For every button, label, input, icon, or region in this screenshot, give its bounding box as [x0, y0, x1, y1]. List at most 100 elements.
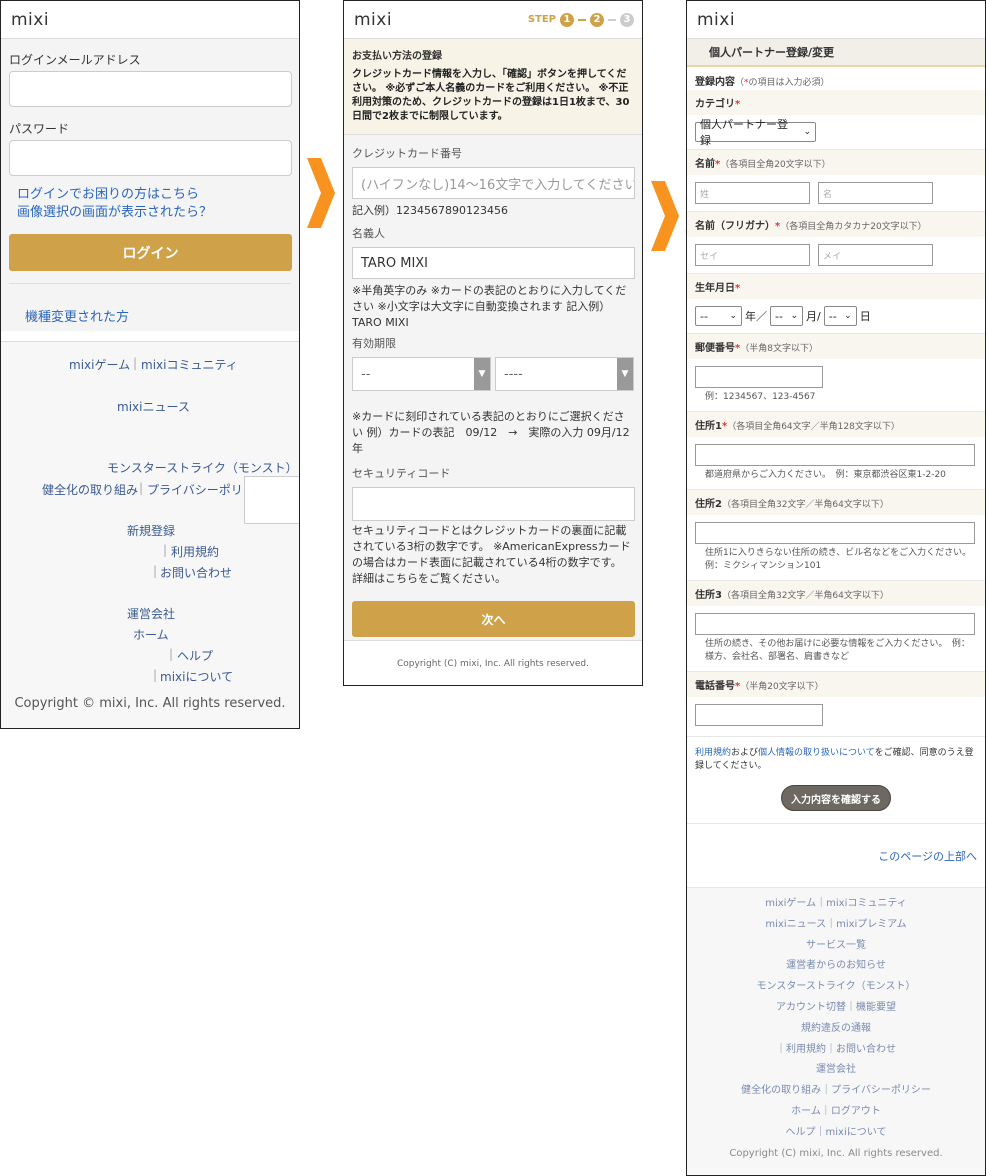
day-unit: 日 [859, 310, 871, 323]
footer-link-contact[interactable]: お問い合わせ [160, 564, 232, 581]
notice-text: クレジットカード情報を入力し、「確認」ボタンを押してください。 ※必ずご本人名義… [352, 69, 630, 122]
model-change-link[interactable]: 機種変更された方 [9, 284, 291, 325]
address1-heading: 住所1*（各項目全角64文字／半角128文字以下） [687, 411, 985, 437]
login-form: ログインメールアドレス パスワード ログインでお困りの方はこちら 画像選択の画面… [1, 39, 299, 331]
copyright: Copyright (C) mixi, Inc. All rights rese… [729, 1147, 943, 1159]
footer-separator: | [153, 668, 158, 682]
terms-link[interactable]: 利用規約 [695, 748, 731, 758]
mixi-logo[interactable]: mixi [354, 10, 392, 30]
header: mixi STEP 1 2 3 [344, 1, 642, 39]
footer: mixiゲーム | mixiコミュニティ mixiニュース モンスターストライク… [1, 341, 299, 728]
footer-links-row[interactable]: ヘルプ｜mixiについて [687, 1123, 985, 1144]
address2-heading: 住所2（各項目全角32文字／半角64文字以下） [687, 489, 985, 515]
zip-heading: 郵便番号*（半角8文字以下） [687, 333, 985, 359]
header: mixi [687, 1, 985, 39]
chevron-down-icon: ▼ [617, 358, 633, 390]
address3-input[interactable] [695, 613, 975, 635]
address1-hint: 都道府県からご入力ください。 例：東京都渋谷区東1-2-20 [705, 470, 946, 480]
kana-first-input[interactable]: メイ [818, 244, 933, 266]
kana-row: セイ メイ [687, 237, 985, 273]
footer-links-row[interactable]: ホーム｜ログアウト [687, 1102, 985, 1123]
page-top-link[interactable]: このページの上部へ [878, 848, 977, 864]
mixi-logo[interactable]: mixi [697, 10, 735, 30]
expiry-year-select[interactable]: ---- ▼ [495, 357, 634, 391]
footer-link-company[interactable]: 運営会社 [127, 605, 175, 622]
password-label: パスワード [9, 122, 70, 136]
expiry-month-select[interactable]: -- ▼ [352, 357, 491, 391]
footer-separator: | [169, 647, 174, 661]
footer-links-row[interactable]: 規約違反の通報 [687, 1019, 985, 1040]
footer-link-health[interactable]: 健全化の取り組み [42, 481, 138, 498]
next-arrow-icon [307, 158, 335, 228]
footer-links-row[interactable]: 健全化の取り組み｜プライバシーポリシー [687, 1081, 985, 1102]
category-select[interactable]: 個人パートナー登録 ⌄ [695, 118, 816, 147]
payment-screen: mixi STEP 1 2 3 お支払い方法の登録 クレジットカード情報を入力し… [343, 0, 643, 686]
agreement-text: 利用規約および個人情報の取り扱いについてをご確認、同意のうえ登録してください。 [695, 748, 974, 771]
birth-day-select[interactable]: -- ⌄ [823, 306, 857, 326]
card-holder-note: ※半角英字のみ ※カードの表記のとおりに入力してください ※小文字は大文字に自動… [352, 284, 627, 329]
phone-heading: 電話番号*（半角20文字以下） [687, 671, 985, 697]
footer-links-row[interactable]: アカウント切替｜機能要望 [687, 998, 985, 1019]
footer-link-signup[interactable]: 新規登録 [127, 522, 175, 539]
footer-links-row[interactable]: mixiニュース｜mixiプレミアム [687, 915, 985, 936]
step-connector [608, 18, 616, 21]
zip-input[interactable] [695, 366, 823, 388]
confirm-button[interactable]: 入力内容を確認する [781, 785, 891, 811]
copyright: Copyright © mixi, Inc. All rights reserv… [14, 696, 286, 711]
security-code-input[interactable] [352, 487, 635, 521]
card-number-input[interactable]: (ハイフンなし)14〜16文字で入力してください [352, 167, 635, 199]
copyright: Copyright (C) mixi, Inc. All rights rese… [344, 640, 642, 685]
card-number-label: クレジットカード番号 [352, 147, 462, 160]
email-label: ログインメールアドレス [9, 53, 141, 67]
footer-link-home[interactable]: ホーム [133, 626, 169, 643]
footer-links-row[interactable]: サービス一覧 [687, 936, 985, 957]
name-heading: 名前*（各項目全角20文字以下） [687, 149, 985, 175]
birth-year-select[interactable]: -- ⌄ [695, 306, 742, 326]
next-button[interactable]: 次へ [352, 601, 635, 637]
address2-input[interactable] [695, 522, 975, 544]
mixi-logo[interactable]: mixi [11, 10, 49, 30]
phone-input[interactable] [695, 704, 823, 726]
last-name-input[interactable]: 姓 [695, 182, 810, 204]
kana-last-input[interactable]: セイ [695, 244, 810, 266]
category-heading: カテゴリ* [687, 90, 985, 115]
header: mixi [1, 1, 299, 39]
footer-links-row[interactable]: mixiゲーム｜mixiコミュニティ [687, 894, 985, 915]
footer-links-row[interactable]: 運営者からのお知らせ [687, 956, 985, 977]
footer-links-row[interactable]: モンスターストライク（モンスト） [687, 977, 985, 998]
zip-hint: 例：1234567、123-4567 [705, 392, 816, 402]
footer-link-game[interactable]: mixiゲーム [69, 356, 130, 373]
next-arrow-icon [651, 181, 679, 251]
login-screen: mixi ログインメールアドレス パスワード ログインでお困りの方はこちら 画像… [0, 0, 300, 729]
content-heading: 登録内容（*の項目は入力必須） [695, 77, 830, 88]
category-row: 個人パートナー登録 ⌄ [687, 115, 985, 149]
security-code-note: セキュリティコードとはクレジットカードの裏面に記載されている3桁の数字です。 ※… [352, 524, 631, 585]
login-help-link[interactable]: ログインでお困りの方はこちら [9, 186, 291, 204]
footer-link-monst[interactable]: モンスターストライク（モンスト） [107, 459, 298, 476]
address3-hint: 住所の続き、その他お届けに必要な情報をご入力ください。 例：様方、会社名、部署名… [705, 639, 970, 662]
card-example: 記入例）1234567890123456 [352, 204, 508, 217]
first-name-input[interactable]: 名 [818, 182, 933, 204]
partner-registration-screen: mixi 個人パートナー登録/変更 登録内容（*の項目は入力必須） カテゴリ* … [686, 0, 986, 1176]
footer-links-row[interactable]: 運営会社 [687, 1060, 985, 1081]
password-input[interactable] [9, 140, 292, 176]
login-button[interactable]: ログイン [9, 234, 292, 271]
footer-link-terms[interactable]: 利用規約 [171, 543, 219, 560]
address1-input[interactable] [695, 444, 975, 466]
image-select-link[interactable]: 画像選択の画面が表示されたら？ [9, 204, 291, 222]
birth-month-select[interactable]: -- ⌄ [770, 306, 803, 326]
name-row: 姓 名 [687, 175, 985, 211]
footer-link-about[interactable]: mixiについて [160, 668, 233, 685]
category-value: 個人パートナー登録 [700, 118, 788, 147]
expiry-selects: -- ▼ ---- ▼ [352, 357, 634, 391]
birthdate-heading: 生年月日* [687, 273, 985, 299]
footer-link-help[interactable]: ヘルプ [177, 647, 213, 664]
footer-link-community[interactable]: mixiコミュニティ [141, 356, 238, 373]
card-holder-input[interactable]: TARO MIXI [352, 247, 635, 279]
chevron-down-icon: ⌄ [803, 127, 811, 137]
email-input[interactable] [9, 71, 292, 107]
privacy-link[interactable]: 個人情報の取り扱いについて [758, 748, 875, 758]
footer-link-news[interactable]: mixiニュース [117, 398, 190, 415]
footer-links-row[interactable]: ｜利用規約｜お問い合わせ [687, 1040, 985, 1061]
step-label: STEP [527, 14, 556, 25]
